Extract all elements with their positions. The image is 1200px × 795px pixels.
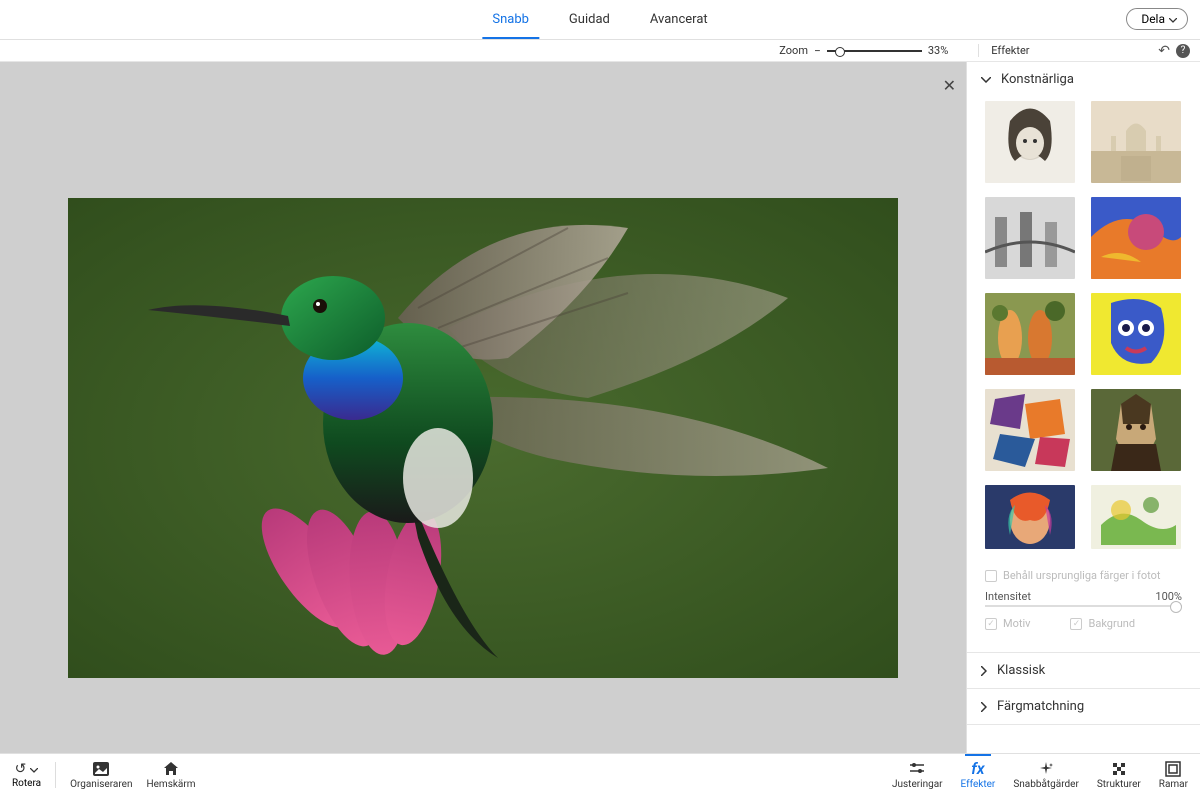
home-tool[interactable]: Hemskärm xyxy=(146,760,195,790)
zoom-slider[interactable] xyxy=(827,50,922,52)
checkbox-icon: ✓ xyxy=(1070,618,1082,630)
effect-thumb[interactable] xyxy=(1091,389,1181,471)
option-label: Behåll ursprungliga färger i fotot xyxy=(1003,569,1161,582)
tool-label: Effekter xyxy=(961,779,996,790)
sliders-icon xyxy=(908,760,926,778)
tool-label: Strukturer xyxy=(1097,779,1141,790)
quick-actions-tool[interactable]: Snabbåtgärder xyxy=(1013,760,1079,790)
tool-label: Hemskärm xyxy=(146,779,195,790)
effects-tool[interactable]: fx Effekter xyxy=(961,760,996,790)
accordion-fargmatchning: Färgmatchning xyxy=(967,689,1200,725)
sparkle-icon xyxy=(1038,760,1054,778)
checkbox-icon: ✓ xyxy=(985,618,997,630)
effect-thumb[interactable] xyxy=(1091,485,1181,549)
home-icon xyxy=(163,760,179,778)
accordion-header[interactable]: Färgmatchning xyxy=(967,689,1200,724)
effect-options: Behåll ursprungliga färger i fotot Inten… xyxy=(967,563,1200,652)
chevron-right-icon xyxy=(981,702,987,712)
effects-grid xyxy=(967,97,1200,563)
accordion-header[interactable]: Konstnärliga xyxy=(967,62,1200,97)
zoom-minus-icon[interactable]: − xyxy=(814,44,821,58)
textures-tool[interactable]: Strukturer xyxy=(1097,760,1141,790)
frames-tool[interactable]: Ramar xyxy=(1159,760,1188,790)
zoom-controls: Zoom − 33% xyxy=(779,44,968,58)
chevron-down-icon xyxy=(1169,12,1177,26)
accordion-title: Klassisk xyxy=(997,663,1045,678)
effect-thumb[interactable] xyxy=(985,197,1075,279)
rotate-icon: ↺ xyxy=(15,761,27,777)
frame-icon xyxy=(1165,760,1181,778)
intensity-label: Intensitet xyxy=(985,590,1031,603)
panel-title: Effekter xyxy=(978,44,1148,57)
top-bar: Snabb Guidad Avancerat Dela xyxy=(0,0,1200,40)
keep-colors-option[interactable]: Behåll ursprungliga färger i fotot xyxy=(985,569,1182,582)
fx-icon: fx xyxy=(971,760,984,778)
main-area: ✕ xyxy=(0,62,1200,753)
accordion-konstnarliga: Konstnärliga xyxy=(967,62,1200,653)
effect-thumb[interactable] xyxy=(985,101,1075,183)
accordion-title: Färgmatchning xyxy=(997,699,1084,714)
chevron-down-icon xyxy=(981,77,991,83)
organizer-tool[interactable]: Organiseraren xyxy=(70,760,132,790)
accordion-header[interactable]: Klassisk xyxy=(967,653,1200,688)
zoom-label: Zoom xyxy=(779,44,808,57)
adjustments-tool[interactable]: Justeringar xyxy=(892,760,943,790)
effect-thumb[interactable] xyxy=(1091,293,1181,375)
undo-icon[interactable]: ↶ xyxy=(1158,43,1170,59)
tool-label: Justeringar xyxy=(892,779,943,790)
zoom-value: 33% xyxy=(928,44,948,57)
effect-thumb[interactable] xyxy=(985,389,1075,471)
tab-label: Snabb xyxy=(492,12,529,27)
effect-thumb[interactable] xyxy=(1091,101,1181,183)
canvas-image[interactable] xyxy=(68,198,898,678)
mode-tabs: Snabb Guidad Avancerat xyxy=(472,0,727,39)
option-label: Motiv xyxy=(1003,617,1030,630)
tool-label: Snabbåtgärder xyxy=(1013,779,1079,790)
effect-thumb[interactable] xyxy=(985,293,1075,375)
effects-panel: Konstnärliga xyxy=(966,62,1200,753)
option-label: Bakgrund xyxy=(1088,617,1135,630)
tool-label: Organiseraren xyxy=(70,779,132,790)
rotate-tool[interactable]: ↺ Rotera xyxy=(12,761,41,789)
subject-option[interactable]: ✓ Motiv xyxy=(985,617,1030,630)
canvas-area: ✕ xyxy=(0,62,966,753)
close-icon[interactable]: ✕ xyxy=(943,76,956,95)
texture-icon xyxy=(1111,760,1127,778)
intensity-slider[interactable] xyxy=(985,605,1182,607)
tool-label: Rotera xyxy=(12,778,41,789)
zoom-bar: Zoom − 33% Effekter ↶ ? xyxy=(0,40,1200,62)
divider xyxy=(55,762,56,788)
share-button[interactable]: Dela xyxy=(1126,8,1188,30)
accordion-title: Konstnärliga xyxy=(1001,72,1074,87)
tab-label: Avancerat xyxy=(650,12,708,27)
tab-label: Guidad xyxy=(569,12,610,27)
tab-avancerat[interactable]: Avancerat xyxy=(630,0,728,39)
effect-thumb[interactable] xyxy=(985,485,1075,549)
bottom-bar: ↺ Rotera Organiseraren Hemskärm Justerin… xyxy=(0,753,1200,795)
organizer-icon xyxy=(92,760,110,778)
chevron-right-icon xyxy=(981,666,987,676)
background-option[interactable]: ✓ Bakgrund xyxy=(1070,617,1135,630)
tab-snabb[interactable]: Snabb xyxy=(472,0,549,39)
tab-guidad[interactable]: Guidad xyxy=(549,0,630,39)
accordion-klassisk: Klassisk xyxy=(967,653,1200,689)
share-label: Dela xyxy=(1141,12,1165,26)
effect-thumb[interactable] xyxy=(1091,197,1181,279)
tool-label: Ramar xyxy=(1159,779,1188,790)
checkbox-icon xyxy=(985,570,997,582)
help-icon[interactable]: ? xyxy=(1176,44,1190,58)
chevron-down-icon xyxy=(30,761,38,777)
